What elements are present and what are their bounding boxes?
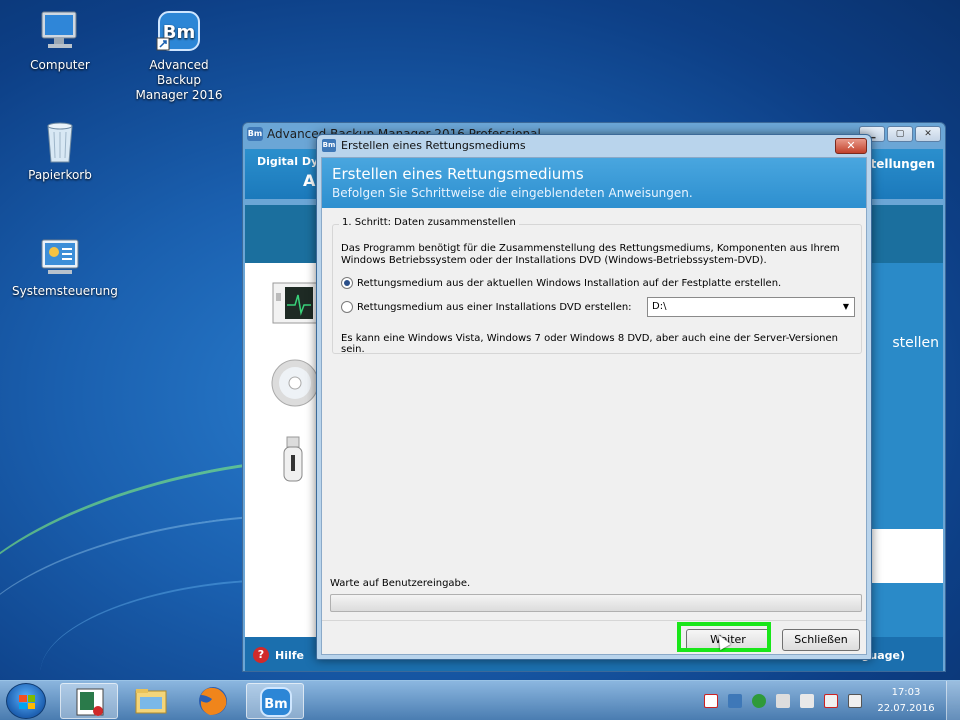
right-panel: stellen bbox=[867, 263, 943, 637]
folder-icon bbox=[135, 689, 167, 714]
player-icon bbox=[76, 688, 104, 716]
radio-unselected-icon[interactable] bbox=[341, 301, 353, 313]
help-icon[interactable]: ? bbox=[253, 647, 269, 663]
windows-logo-icon bbox=[19, 695, 35, 709]
taskbar-backup-manager[interactable]: Bm bbox=[246, 683, 304, 719]
recycle-bin-icon bbox=[36, 120, 84, 164]
option-label: Rettungsmedium aus einer Installations D… bbox=[357, 301, 632, 313]
option-label: Rettungsmedium aus der aktuellen Windows… bbox=[357, 277, 782, 289]
drive-value: D:\ bbox=[652, 301, 667, 312]
network-icon[interactable] bbox=[776, 694, 790, 708]
maximize-icon[interactable]: ▢ bbox=[887, 126, 913, 142]
dialog-titlebar[interactable]: Bm Erstellen eines Rettungsmediums ✕ bbox=[317, 135, 871, 157]
desktop-icon-computer[interactable]: Computer bbox=[12, 10, 108, 73]
create-label: stellen bbox=[892, 335, 939, 351]
desktop-icon-backup-manager[interactable]: Bm Advanced Backup Manager 2016 bbox=[131, 10, 227, 103]
usb-stick-icon[interactable] bbox=[281, 435, 305, 488]
security-icon[interactable] bbox=[752, 694, 766, 708]
close-icon[interactable]: ✕ bbox=[915, 126, 941, 142]
desktop-icon-control-panel[interactable]: Systemsteuerung bbox=[12, 236, 118, 299]
taskbar: Bm 17:03 22.07.2016 bbox=[0, 680, 960, 720]
backup-manager-icon: Bm bbox=[260, 687, 292, 717]
start-button[interactable] bbox=[6, 683, 46, 719]
step-note: Es kann eine Windows Vista, Windows 7 od… bbox=[341, 333, 839, 355]
volume-icon[interactable] bbox=[800, 694, 814, 708]
dialog-header: Erstellen eines Rettungsmediums Befolgen… bbox=[322, 158, 866, 208]
taskbar-firefox[interactable] bbox=[184, 683, 242, 719]
clock-time: 17:03 bbox=[891, 687, 921, 698]
backup-manager-icon: Bm bbox=[155, 10, 203, 54]
computer-icon bbox=[36, 10, 84, 54]
help-link[interactable]: Hilfe bbox=[275, 649, 304, 662]
app-icon: Bm bbox=[247, 127, 263, 141]
media-sidebar bbox=[245, 263, 319, 637]
svg-text:Bm: Bm bbox=[264, 697, 287, 712]
close-icon[interactable]: ✕ bbox=[835, 138, 867, 154]
taskbar-explorer[interactable] bbox=[122, 683, 180, 719]
status-text: Warte auf Benutzereingabe. bbox=[330, 578, 471, 589]
action-center-icon[interactable] bbox=[824, 694, 838, 708]
control-panel-icon bbox=[36, 236, 84, 280]
desktop-icon-label: Systemsteuerung bbox=[12, 284, 118, 298]
option-windows-install[interactable]: Rettungsmedium aus der aktuellen Windows… bbox=[341, 277, 781, 289]
drive-select[interactable]: D:\ ▼ bbox=[647, 297, 855, 317]
white-panel bbox=[867, 529, 943, 583]
clock[interactable]: 17:03 22.07.2016 bbox=[876, 685, 936, 717]
show-desktop-button[interactable] bbox=[946, 681, 960, 720]
rescue-media-dialog: Bm Erstellen eines Rettungsmediums ✕ Ers… bbox=[316, 134, 872, 660]
display-icon[interactable] bbox=[848, 694, 862, 708]
dialog-body: Erstellen eines Rettungsmediums Befolgen… bbox=[321, 157, 867, 655]
progress-bar bbox=[330, 594, 862, 612]
close-button[interactable]: Schließen bbox=[782, 629, 860, 651]
desktop-icon-recycle-bin[interactable]: Papierkorb bbox=[12, 120, 108, 183]
step-group: 1. Schritt: Daten zusammenstellen Das Pr… bbox=[332, 217, 862, 355]
cd-icon[interactable] bbox=[271, 359, 319, 410]
desktop-icon-label: Computer bbox=[30, 58, 90, 72]
desktop-icon-label: Papierkorb bbox=[28, 168, 92, 182]
backup-tray-icon[interactable] bbox=[728, 694, 742, 708]
step-legend: 1. Schritt: Daten zusammenstellen bbox=[339, 217, 519, 228]
clock-date: 22.07.2016 bbox=[877, 703, 935, 714]
harddisk-icon[interactable] bbox=[271, 281, 319, 328]
dialog-title: Erstellen eines Rettungsmediums bbox=[341, 139, 526, 152]
dialog-header-title: Erstellen eines Rettungsmediums bbox=[332, 165, 584, 183]
taskbar-app-player[interactable] bbox=[60, 683, 118, 719]
desktop-icon-label: Advanced Backup Manager 2016 bbox=[135, 58, 223, 102]
app-icon: Bm bbox=[322, 139, 336, 152]
antivirus-icon[interactable] bbox=[704, 694, 718, 708]
firefox-icon bbox=[199, 687, 227, 715]
chevron-down-icon[interactable]: ▼ bbox=[838, 298, 854, 316]
step-description: Das Programm benötigt für die Zusammenst… bbox=[341, 243, 840, 266]
dialog-header-subtitle: Befolgen Sie Schrittweise die eingeblend… bbox=[332, 186, 693, 200]
option-install-dvd[interactable]: Rettungsmedium aus einer Installations D… bbox=[341, 301, 632, 313]
button-bar: Weiter Schließen bbox=[322, 620, 866, 654]
radio-selected-icon[interactable] bbox=[341, 277, 353, 289]
